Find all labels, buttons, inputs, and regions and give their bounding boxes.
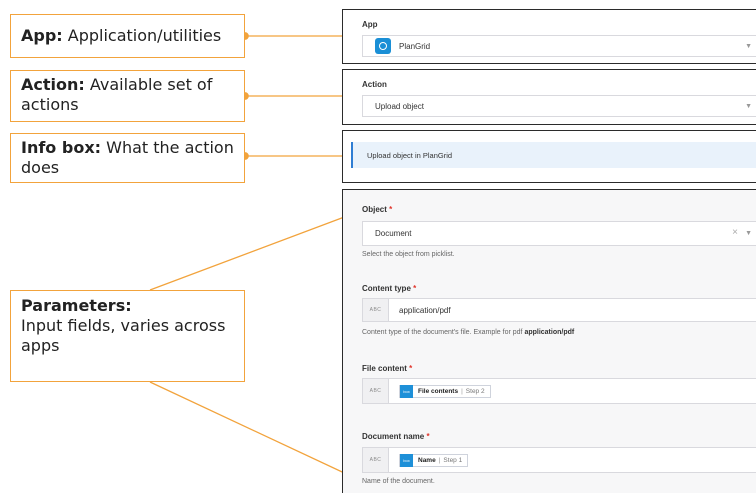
action-panel: Action Upload object ▼ bbox=[342, 69, 756, 125]
callout-params-text: Input fields, varies across apps bbox=[21, 316, 226, 355]
info-box: Upload object in PlanGrid bbox=[351, 142, 756, 168]
datapill-label: File contents bbox=[418, 387, 459, 395]
chevron-down-icon: ▼ bbox=[745, 103, 752, 110]
content-type-help-example: application/pdf bbox=[524, 329, 575, 336]
callout-params-title: Parameters: bbox=[21, 296, 132, 315]
name-datapill[interactable]: box Name | Step 1 bbox=[399, 453, 469, 467]
clear-icon[interactable]: × bbox=[732, 227, 738, 238]
object-help: Select the object from picklist. bbox=[362, 251, 455, 258]
content-type-help-text: Content type of the document's file. Exa… bbox=[362, 329, 523, 336]
object-select[interactable]: Document × ▼ bbox=[362, 221, 756, 246]
text-type-tag: ABC bbox=[363, 379, 389, 403]
parameters-panel: Object * Document × ▼ Select the object … bbox=[342, 189, 756, 493]
content-type-input[interactable]: ABC application/pdf bbox=[362, 298, 756, 322]
app-panel: App PlanGrid ▼ bbox=[342, 9, 756, 64]
text-type-tag: ABC bbox=[363, 448, 389, 472]
content-type-label: Content type * bbox=[362, 284, 416, 293]
callout-app: App: Application/utilities bbox=[10, 14, 245, 58]
file-content-label-text: File content bbox=[362, 364, 407, 373]
datapill-step: Step 2 bbox=[465, 387, 485, 395]
callout-info-title: Info box: bbox=[21, 138, 102, 157]
document-name-label-text: Document name bbox=[362, 432, 425, 441]
content-type-value: application/pdf bbox=[399, 305, 451, 315]
content-type-help: Content type of the document's file. Exa… bbox=[362, 329, 574, 336]
box-app-icon: box bbox=[400, 453, 413, 467]
callout-action-title: Action: bbox=[21, 75, 85, 94]
object-label: Object * bbox=[362, 205, 392, 214]
required-marker: * bbox=[389, 205, 393, 214]
info-panel: Upload object in PlanGrid bbox=[342, 130, 756, 183]
object-label-text: Object bbox=[362, 205, 387, 214]
box-app-icon: box bbox=[400, 384, 413, 398]
chevron-down-icon: ▼ bbox=[745, 43, 752, 50]
info-box-text: Upload object in PlanGrid bbox=[367, 150, 453, 160]
document-name-help: Name of the document. bbox=[362, 478, 435, 485]
required-marker: * bbox=[426, 432, 430, 441]
action-label: Action bbox=[362, 80, 387, 89]
app-select[interactable]: PlanGrid ▼ bbox=[362, 35, 756, 57]
datapill-step: Step 1 bbox=[443, 456, 463, 464]
callout-app-title: App: bbox=[21, 26, 63, 45]
file-content-label: File content * bbox=[362, 364, 412, 373]
object-select-value: Document bbox=[375, 229, 412, 238]
document-name-input[interactable]: ABC box Name | Step 1 bbox=[362, 447, 756, 473]
document-name-label: Document name * bbox=[362, 432, 430, 441]
file-content-input[interactable]: ABC box File contents | Step 2 bbox=[362, 378, 756, 404]
required-marker: * bbox=[413, 284, 417, 293]
app-select-value: PlanGrid bbox=[399, 41, 431, 51]
chevron-down-icon: ▼ bbox=[745, 230, 752, 237]
action-select[interactable]: Upload object ▼ bbox=[362, 95, 756, 117]
plangrid-logo-icon bbox=[375, 38, 391, 54]
text-type-tag: ABC bbox=[363, 299, 389, 321]
callout-parameters: Parameters: Input fields, varies across … bbox=[10, 290, 245, 382]
callout-app-text: Application/utilities bbox=[67, 26, 222, 45]
file-contents-datapill[interactable]: box File contents | Step 2 bbox=[399, 384, 491, 398]
callout-action: Action: Available set of actions bbox=[10, 70, 245, 122]
callout-info-box: Info box: What the action does bbox=[10, 133, 245, 183]
action-select-value: Upload object bbox=[375, 101, 424, 111]
required-marker: * bbox=[409, 364, 413, 373]
content-type-label-text: Content type bbox=[362, 284, 411, 293]
app-label: App bbox=[362, 20, 378, 29]
datapill-label: Name bbox=[418, 456, 436, 464]
